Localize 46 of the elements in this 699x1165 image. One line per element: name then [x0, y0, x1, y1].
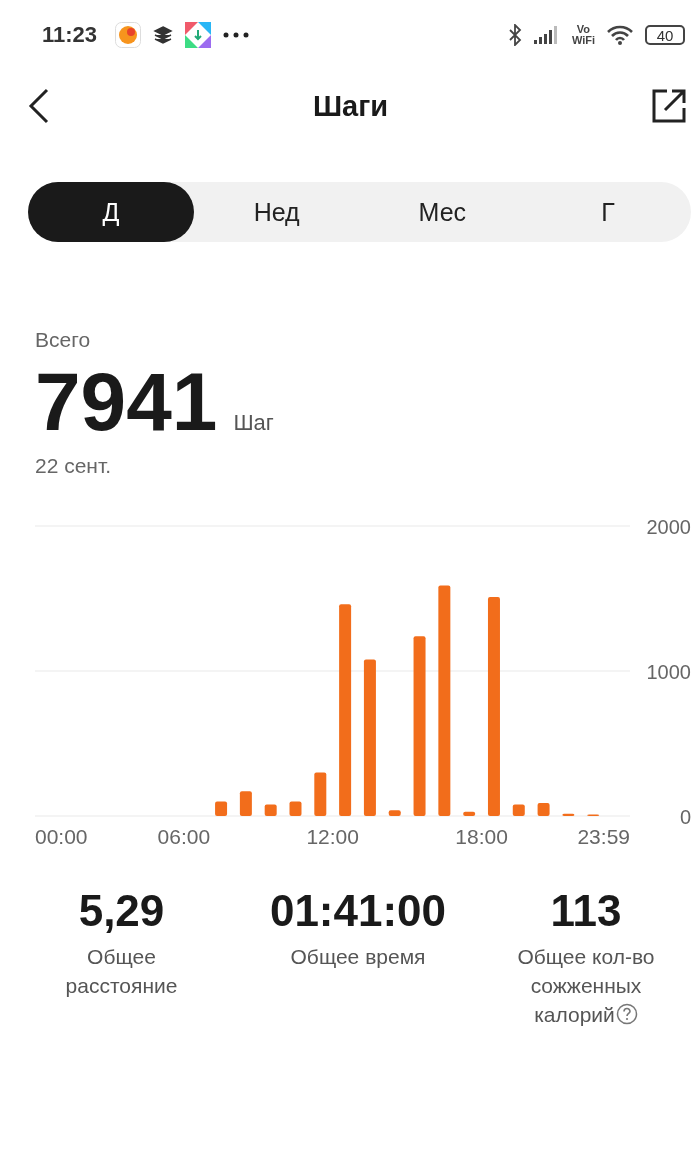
page-title: Шаги	[312, 89, 389, 123]
vowifi-indicator: Vo WiFi	[571, 24, 595, 46]
period-tab[interactable]: Г	[525, 182, 691, 242]
bar	[388, 810, 401, 816]
stat-value: 01:41:00	[269, 886, 447, 936]
stat-label: Общее расстояние	[64, 944, 179, 999]
bar	[289, 801, 302, 816]
period-tab[interactable]: Д	[28, 182, 194, 242]
stat-label: Общее кол-во сожженных калорий	[516, 944, 656, 1028]
bar	[463, 811, 476, 816]
back-icon[interactable]	[28, 88, 50, 124]
axis-label: 12:00	[306, 825, 359, 848]
app-icon	[115, 22, 142, 48]
help-icon[interactable]	[615, 1003, 638, 1025]
battery-indicator: 40	[645, 25, 685, 45]
axis-label: 18:00	[455, 825, 508, 848]
layers-icon	[153, 25, 174, 45]
bar	[562, 813, 575, 816]
axis-label: 00:00	[35, 825, 88, 848]
period-tab[interactable]: Нед	[193, 182, 360, 242]
unit-label: Шаг	[233, 410, 274, 436]
stat-value: 5,29	[78, 886, 165, 936]
wifi-icon	[607, 25, 633, 45]
signal-icon	[533, 26, 560, 44]
download-app-icon	[185, 22, 212, 48]
axis-label: 0	[679, 806, 691, 828]
step-total: 7941	[35, 358, 218, 446]
bar	[215, 801, 228, 816]
bar	[314, 772, 327, 816]
bar	[537, 802, 550, 816]
clock: 11:23	[42, 22, 98, 48]
axis-label: 2000	[646, 516, 691, 538]
bar	[512, 804, 525, 816]
axis-label: 23:59	[577, 825, 630, 848]
period-tab[interactable]: Мес	[359, 182, 526, 242]
total-caption: Всего	[35, 328, 92, 352]
stat-value: 113	[550, 886, 622, 936]
axis-label: 1000	[646, 661, 691, 683]
axis-label: 06:00	[157, 825, 211, 848]
date-label: 22 сент.	[35, 454, 113, 478]
share-icon[interactable]	[651, 88, 687, 124]
stat-label: Общее время	[290, 944, 426, 970]
bar	[264, 804, 277, 816]
more-icon	[223, 32, 250, 38]
bar	[239, 791, 252, 816]
bluetooth-icon	[507, 24, 522, 46]
